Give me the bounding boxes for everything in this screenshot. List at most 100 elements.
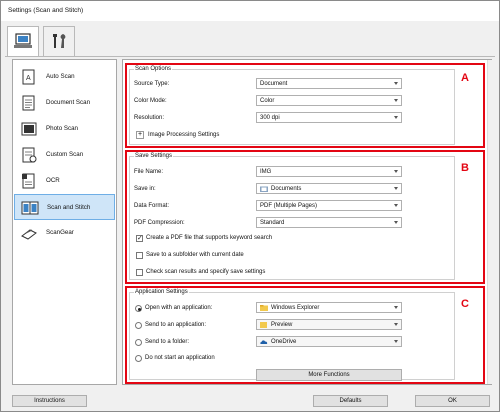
open-with-app-label: Open with an application:	[145, 305, 213, 311]
ok-button[interactable]: OK	[415, 395, 490, 407]
documents-folder-icon	[260, 186, 268, 192]
group-title: Scan Options	[134, 66, 173, 72]
open-with-app-radio[interactable]	[135, 305, 142, 312]
save-in-select[interactable]: Documents	[256, 183, 402, 194]
application-settings-group: Application Settings Open with an applic…	[129, 289, 455, 381]
selected-value: Windows Explorer	[271, 304, 320, 311]
image-processing-settings-label[interactable]: Image Processing Settings	[148, 132, 219, 138]
chevron-down-icon	[394, 221, 398, 224]
tools-icon	[53, 34, 66, 48]
selected-value: Preview	[271, 321, 293, 328]
computer-icon	[14, 33, 32, 48]
resolution-select[interactable]: 300 dpi	[256, 112, 402, 123]
subfolder-date-checkbox[interactable]	[136, 252, 143, 259]
keyword-search-checkbox[interactable]	[136, 234, 143, 242]
footer-bar: Instructions Defaults OK	[1, 389, 499, 411]
chevron-down-icon	[394, 323, 398, 326]
sidebar-item-photo-scan[interactable]: Photo Scan	[14, 116, 115, 142]
selected-value: Color	[260, 97, 275, 104]
defaults-button[interactable]: Defaults	[313, 395, 388, 407]
sidebar-item-label: ScanGear	[46, 229, 74, 236]
source-type-select[interactable]: Document	[256, 78, 402, 89]
expand-plus-icon[interactable]: +	[136, 131, 144, 139]
sidebar-item-label: OCR	[46, 177, 60, 184]
photo-scan-icon	[21, 122, 37, 136]
sidebar-item-document-scan[interactable]: Document Scan	[14, 90, 115, 116]
tab-scan-from-computer[interactable]	[7, 26, 39, 57]
sidebar-item-custom-scan[interactable]: Custom Scan	[14, 142, 115, 168]
title-bar: Settings (Scan and Stitch)	[1, 1, 499, 21]
sidebar-item-scan-and-stitch[interactable]: Scan and Stitch	[14, 194, 115, 220]
tab-divider	[5, 56, 495, 57]
marker-a: A	[461, 72, 469, 84]
auto-scan-icon: A	[22, 69, 35, 85]
resolution-label: Resolution:	[134, 115, 165, 121]
document-scan-icon	[22, 95, 35, 111]
group-title: Application Settings	[134, 289, 189, 295]
scan-mode-sidebar: A Auto Scan Document Scan Photo Scan Cus…	[12, 59, 117, 385]
sidebar-item-scangear[interactable]: ScanGear	[14, 220, 115, 246]
file-name-combo[interactable]: IMG	[256, 166, 402, 177]
group-title: Save Settings	[134, 153, 174, 159]
data-format-label: Data Format:	[134, 203, 170, 209]
check-results-label: Check scan results and specify save sett…	[146, 269, 266, 275]
instructions-button[interactable]: Instructions	[12, 395, 87, 407]
keyword-search-label: Create a PDF file that supports keyword …	[146, 235, 273, 241]
send-to-app-radio[interactable]	[135, 322, 142, 329]
send-to-folder-select[interactable]: OneDrive	[256, 336, 402, 347]
sidebar-item-label: Auto Scan	[46, 73, 75, 80]
sidebar-item-label: Photo Scan	[46, 125, 78, 132]
chevron-down-icon	[394, 99, 398, 102]
pdf-compression-select[interactable]: Standard	[256, 217, 402, 228]
save-in-label: Save in:	[134, 186, 156, 192]
marker-c: C	[461, 298, 469, 310]
selected-value: Standard	[260, 219, 285, 226]
send-to-app-select[interactable]: Preview	[256, 319, 402, 330]
settings-window: Settings (Scan and Stitch) A Auto Scan D…	[0, 0, 500, 412]
sidebar-item-label: Custom Scan	[46, 151, 84, 158]
open-with-app-select[interactable]: Windows Explorer	[256, 302, 402, 313]
file-name-label: File Name:	[134, 169, 164, 175]
source-type-label: Source Type:	[134, 81, 170, 87]
windows-explorer-icon	[260, 305, 268, 311]
tab-general-settings[interactable]	[43, 26, 75, 56]
data-format-select[interactable]: PDF (Multiple Pages)	[256, 200, 402, 211]
window-title: Settings (Scan and Stitch)	[8, 7, 84, 14]
selected-value: OneDrive	[271, 338, 297, 345]
chevron-down-icon	[394, 82, 398, 85]
svg-text:A: A	[26, 75, 31, 82]
send-to-folder-label: Send to a folder:	[145, 339, 190, 345]
sidebar-item-auto-scan[interactable]: A Auto Scan	[14, 64, 115, 90]
sidebar-item-label: Scan and Stitch	[47, 204, 91, 211]
selected-value: 300 dpi	[260, 114, 280, 121]
chevron-down-icon	[394, 116, 398, 119]
no-app-label: Do not start an application	[145, 355, 215, 361]
selected-value: Document	[260, 80, 288, 87]
chevron-down-icon	[394, 170, 398, 173]
color-mode-label: Color Mode:	[134, 98, 167, 104]
send-to-app-label: Send to an application:	[145, 322, 207, 328]
chevron-down-icon	[394, 340, 398, 343]
marker-b: B	[461, 162, 469, 174]
more-functions-button[interactable]: More Functions	[256, 369, 402, 381]
preview-app-icon	[260, 322, 267, 328]
color-mode-select[interactable]: Color	[256, 95, 402, 106]
settings-panel: A Scan Options Source Type: Document Col…	[122, 59, 492, 385]
check-results-checkbox[interactable]	[136, 269, 143, 276]
send-to-folder-radio[interactable]	[135, 339, 142, 346]
pdf-compression-label: PDF Compression:	[134, 220, 185, 226]
vertical-scrollbar[interactable]	[487, 60, 492, 384]
scangear-icon	[21, 229, 37, 240]
chevron-down-icon	[394, 306, 398, 309]
chevron-down-icon	[394, 204, 398, 207]
onedrive-cloud-icon	[260, 340, 268, 344]
selected-value: PDF (Multiple Pages)	[260, 202, 318, 209]
custom-scan-icon	[22, 147, 37, 163]
sidebar-item-label: Document Scan	[46, 99, 91, 106]
save-settings-group: Save Settings File Name: IMG Save in: Do…	[129, 153, 455, 280]
no-app-radio[interactable]	[135, 355, 142, 362]
subfolder-date-label: Save to a subfolder with current date	[146, 252, 244, 258]
scan-options-group: Scan Options Source Type: Document Color…	[129, 66, 455, 145]
sidebar-item-ocr[interactable]: OCR	[14, 168, 115, 194]
selected-value: Documents	[271, 185, 302, 192]
